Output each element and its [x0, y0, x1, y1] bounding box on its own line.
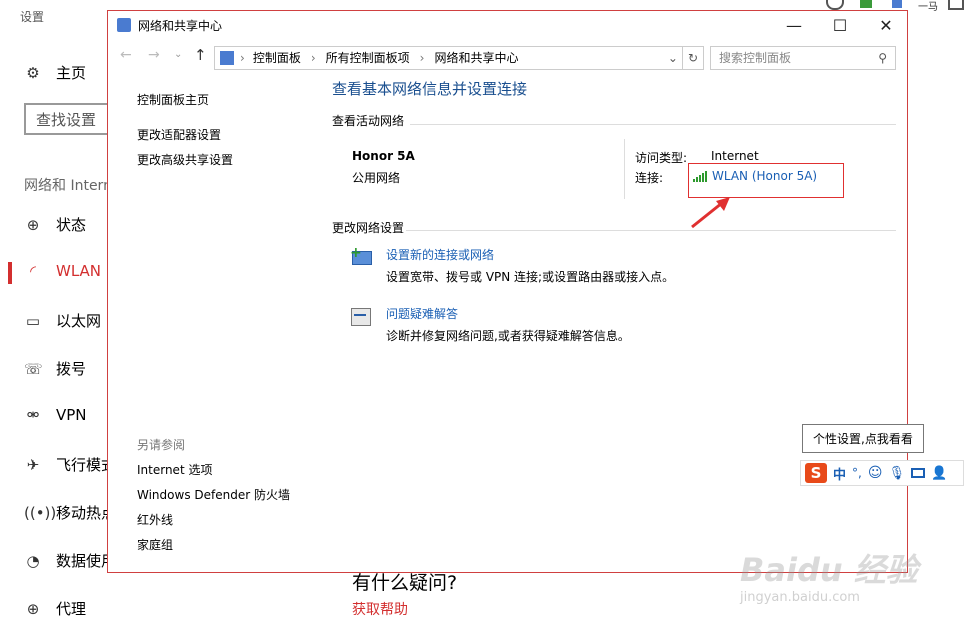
control-panel-icon — [220, 51, 234, 65]
divider — [410, 124, 896, 125]
nav-label: VPN — [56, 406, 87, 424]
gear-icon: ⚙ — [26, 63, 40, 82]
page-heading: 查看基本网络信息并设置连接 — [332, 80, 528, 98]
ime-tooltip: 个性设置,点我看看 — [802, 424, 924, 453]
connections-label: 连接: — [635, 171, 664, 185]
settings-nav-dialup[interactable]: ☏ 拨号 — [24, 358, 86, 379]
more-icon[interactable] — [948, 0, 964, 10]
new-connection-icon: + — [350, 246, 372, 269]
troubleshoot-icon — [350, 306, 372, 328]
wifi-icon: ◜ — [30, 262, 36, 280]
troubleshoot-link[interactable]: 问题疑难解答 — [386, 305, 458, 322]
new-connection-link[interactable]: 设置新的连接或网络 — [386, 246, 494, 263]
troubleshoot-desc: 诊断并修复网络问题,或者获得疑难解答信息。 — [386, 329, 630, 343]
ethernet-icon: ▭ — [25, 311, 41, 330]
settings-nav-vpn[interactable]: ⚮ VPN — [24, 406, 87, 424]
settings-nav-status[interactable]: ⊕ 状态 — [24, 214, 86, 235]
network-sharing-window: 网络和共享中心 — ☐ ✕ ← → ⌄ ↑ › 控制面板 › 所有控制面板项 ›… — [107, 10, 908, 573]
new-connection-desc: 设置宽带、拨号或 VPN 连接;或设置路由器或接入点。 — [386, 270, 675, 284]
data-usage-icon: ◔ — [26, 551, 40, 570]
app-icon[interactable] — [860, 0, 872, 8]
breadcrumb-current[interactable]: 网络和共享中心 — [434, 47, 518, 69]
change-settings-title: 更改网络设置 — [332, 221, 405, 235]
refresh-icon[interactable]: ↻ — [681, 47, 703, 69]
divider — [406, 230, 896, 231]
close-button[interactable]: ✕ — [863, 11, 909, 41]
access-type-value: Internet — [711, 149, 759, 163]
app-icon-2[interactable] — [892, 0, 902, 8]
annotation-arrow — [691, 197, 730, 229]
forward-icon[interactable]: → — [148, 47, 160, 63]
watermark-logo: Baidu 经验 — [740, 551, 918, 589]
sidebar-adapter-link[interactable]: 更改适配器设置 — [137, 126, 221, 143]
user-icon[interactable]: 👤 — [931, 466, 947, 481]
see-also-infrared[interactable]: 红外线 — [137, 511, 173, 528]
nav-label: 状态 — [56, 216, 87, 234]
settings-nav-wlan[interactable]: ◜ WLAN — [24, 262, 101, 280]
top-right-label: 一马 — [918, 2, 938, 13]
nav-label: 拨号 — [56, 360, 87, 378]
nav-label: 代理 — [56, 600, 87, 618]
network-name: Honor 5A — [352, 149, 415, 163]
access-type-label: 访问类型: — [635, 151, 688, 165]
see-also-homegroup[interactable]: 家庭组 — [137, 536, 173, 553]
see-also-internet-options[interactable]: Internet 选项 — [137, 461, 212, 478]
vpn-icon: ⚮ — [26, 406, 40, 424]
settings-home[interactable]: ⚙ 主页 — [24, 62, 86, 83]
globe-icon: ⊕ — [26, 215, 40, 234]
minimize-button[interactable]: — — [771, 11, 817, 41]
see-also-firewall[interactable]: Windows Defender 防火墙 — [137, 486, 290, 503]
network-icon — [117, 18, 131, 32]
active-network-title: 查看活动网络 — [332, 114, 405, 128]
dropdown-chevron-icon[interactable]: ⌄ — [668, 47, 682, 69]
sidebar-home-link[interactable]: 控制面板主页 — [137, 91, 209, 108]
search-icon: ⚲ — [878, 51, 887, 65]
hotspot-icon: ((•)) — [24, 503, 57, 522]
settings-section-label: 网络和 Intern — [24, 178, 112, 194]
up-icon[interactable]: ↑ — [194, 46, 207, 64]
breadcrumb-control-panel[interactable]: 控制面板 — [253, 47, 301, 69]
dialup-icon: ☏ — [24, 359, 43, 378]
nav-label: WLAN — [56, 262, 102, 280]
watermark-url: jingyan.baidu.com — [740, 590, 860, 605]
settings-home-label: 主页 — [56, 64, 87, 82]
ime-punct[interactable]: °, — [852, 466, 862, 480]
settings-nav-data-usage[interactable]: ◔ 数据使用 — [24, 550, 116, 571]
breadcrumb-all-items[interactable]: 所有控制面板项 — [326, 47, 410, 69]
sidebar-sharing-link[interactable]: 更改高级共享设置 — [137, 151, 233, 168]
maximize-button[interactable]: ☐ — [817, 11, 863, 41]
recent-chevron-icon[interactable]: ⌄ — [174, 49, 182, 60]
network-type[interactable]: 公用网络 — [352, 169, 400, 186]
search-placeholder: 搜索控制面板 — [719, 51, 792, 65]
sogou-logo-icon[interactable]: S — [805, 463, 827, 483]
microphone-icon[interactable]: 🎙 — [888, 466, 905, 481]
selection-indicator — [8, 262, 12, 284]
airplane-icon: ✈ — [26, 455, 40, 474]
settings-nav-ethernet[interactable]: ▭ 以太网 — [24, 310, 101, 331]
ime-toolbar[interactable]: S 中 °, ☺ 🎙 👤 — [800, 460, 964, 486]
keyboard-icon[interactable] — [910, 468, 925, 478]
account-icon[interactable] — [826, 0, 844, 10]
help-link[interactable]: 获取帮助 — [352, 599, 408, 619]
control-panel-search-input[interactable]: 搜索控制面板 ⚲ — [710, 46, 896, 70]
globe-icon: ⊕ — [26, 599, 40, 618]
settings-nav-airplane[interactable]: ✈ 飞行模式 — [24, 454, 116, 475]
vertical-divider — [624, 139, 625, 199]
nav-label: 以太网 — [56, 312, 102, 330]
see-also-title: 另请参阅 — [137, 438, 186, 452]
settings-nav-proxy[interactable]: ⊕ 代理 — [24, 598, 86, 619]
emoji-icon[interactable]: ☺ — [868, 465, 883, 481]
ime-lang[interactable]: 中 — [833, 464, 846, 483]
address-bar[interactable]: › 控制面板 › 所有控制面板项 › 网络和共享中心 ⌄ ↻ — [214, 46, 704, 70]
settings-title: 设置 — [20, 10, 45, 24]
settings-nav-hotspot[interactable]: ((•)) 移动热点 — [24, 502, 116, 523]
back-icon[interactable]: ← — [120, 47, 132, 63]
window-title: 网络和共享中心 — [138, 19, 223, 33]
